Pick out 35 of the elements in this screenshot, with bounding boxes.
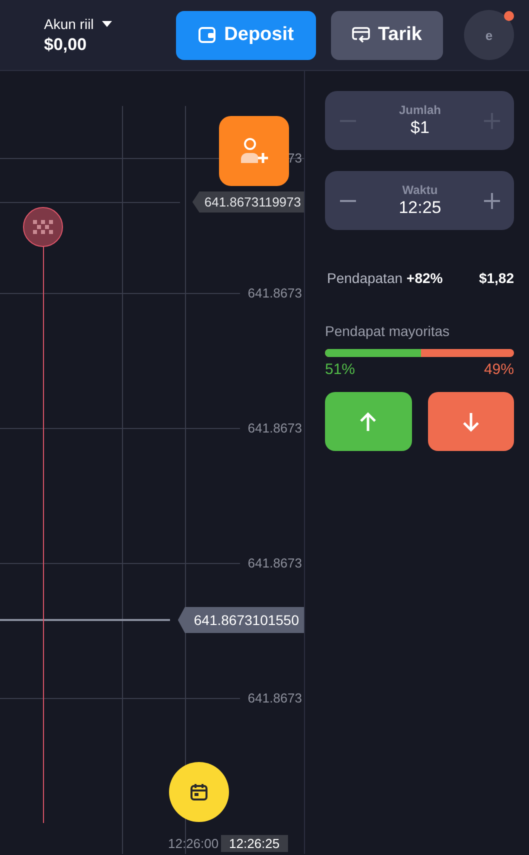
stepper-value: $1 [410,118,430,138]
price-axis-label: 641.8673 [248,286,302,300]
payout-amount: $1,82 [478,270,514,286]
stepper-value: 12:25 [398,198,442,218]
time-axis-label: 12:26:00 [168,836,219,851]
add-user-button[interactable] [219,116,289,186]
down-arrow-icon [462,412,480,432]
calendar-icon [190,783,208,801]
withdraw-button[interactable]: Tarik [331,10,443,60]
plus-icon[interactable] [484,192,500,208]
stepper-field[interactable]: Waktu 12:25 [325,171,514,230]
current-time-label: 12:26:25 [221,835,288,852]
price-axis-label: 641.8673 [248,556,302,570]
payout-label: Pendapatan [327,270,403,286]
up-arrow-icon [359,412,378,432]
price-axis-label: 73 [288,150,302,166]
down-percent: 49% [484,361,514,378]
balance-text: $0,00 [44,34,88,54]
current-price-tag: 641.8673101550 [178,607,304,633]
price-axis-label: 641.8673 [248,420,302,436]
wallet-icon [198,26,216,44]
avatar[interactable]: e [464,10,514,60]
dropdown-caret-icon[interactable] [102,20,112,26]
payout-percent: +82% [406,270,443,286]
account-type-label[interactable]: Akun riil [44,16,94,32]
up-percent: 51% [325,361,356,378]
price-axis-label: 641.8673 [248,690,302,706]
price-tag: 641.8673119973 [192,192,304,212]
checkered-flag-icon [33,220,53,234]
sentiment-title: Pendapat mayoritas [325,323,451,339]
sell-down-button[interactable] [428,392,514,451]
stepper-label: Jumlah [398,103,441,117]
stepper-label: Waktu [402,183,438,197]
person-plus-icon [239,137,269,165]
card-arrow-icon [352,26,370,44]
